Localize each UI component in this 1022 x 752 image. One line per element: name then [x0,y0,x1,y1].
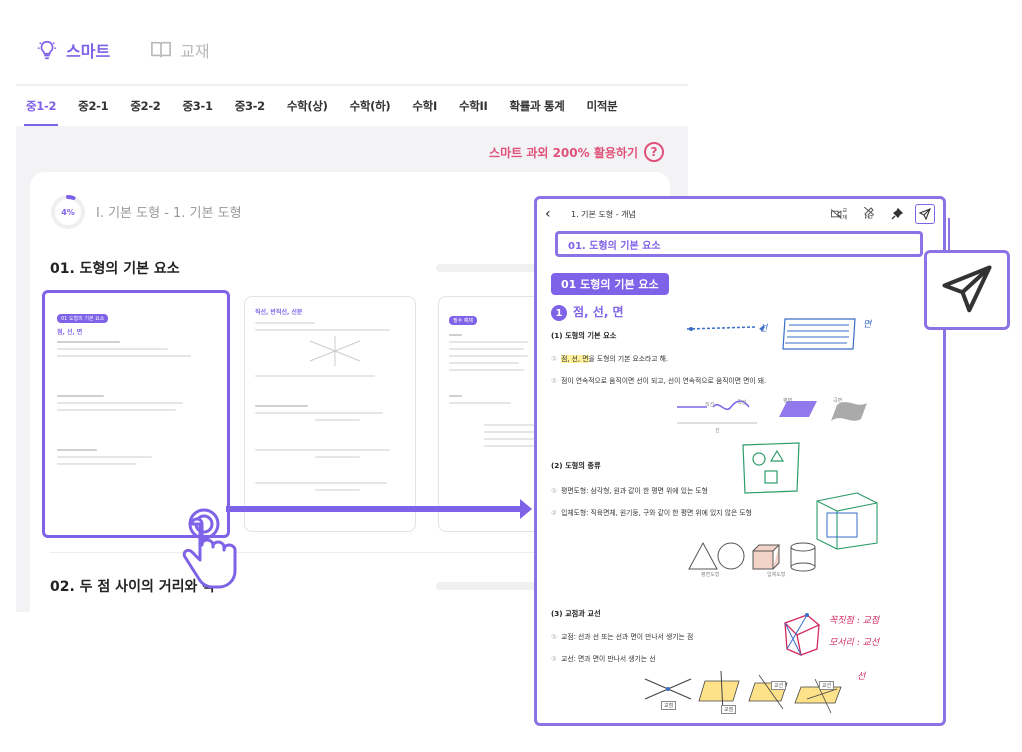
doc-line-number: ① [551,633,558,641]
tab-smart[interactable]: 스마트 [36,38,110,62]
figure-label: 교점 [661,701,677,710]
send-icon [942,265,992,313]
handwriting-note: 면 [863,320,872,330]
lesson-thumbnail-2[interactable]: 직선, 반직선, 선분 [244,296,416,532]
doc-line-4: ② 입체도형: 직육면체, 원기둥, 구와 같이 한 평면 위에 있지 않은 도형 [551,507,752,517]
thumb-pill: 필수 예제 [449,316,477,325]
hand-pointer-icon [182,508,237,589]
grade-tab-5[interactable]: 중3-2 [235,96,265,126]
handwriting-note: 선 [857,672,866,682]
grade-tab-9[interactable]: 수학II [459,96,488,126]
grade-tab-10[interactable]: 확률과 통계 [509,96,564,126]
progress-label: 4% [61,207,75,217]
doc-heading-2: (2) 도형의 종류 [551,461,601,470]
tab-smart-label: 스마트 [66,42,111,61]
unit-title: I. 기본 도형 - 1. 기본 도형 [96,206,242,221]
figure-lines-planes [677,400,867,424]
doc-line-2: ② 점이 연속적으로 움직이면 선이 되고, 선이 연속적으로 움직이면 면이 돼… [551,375,766,385]
figure-label: 선 [715,428,720,434]
figure-label: 평면 [783,398,793,404]
grade-tabs: 중1-2 중2-1 중2-2 중3-1 중3-2 수학(상) 수학(하) 수학I… [16,96,688,126]
top-tabs: 스마트 교재 [36,38,210,62]
connector-arrow-head [520,499,532,519]
figure-label: 교점 [721,705,737,714]
pen-off-button[interactable]: PKT [859,204,879,224]
grade-tab-11[interactable]: 미적분 [587,96,618,126]
lesson-viewer-panel: ‹ 1. 기본 도형 - 개념 교재 PKT 01. 도형의 기본 요소 01 … [534,196,946,726]
doc-line-number: ① [551,487,558,495]
section-title-1: 01. 도형의 기본 요소 [50,261,180,277]
grade-tab-8[interactable]: 수학I [412,96,437,126]
connector-arrow [226,506,526,512]
thumb-figure [309,336,361,366]
grade-tab-3[interactable]: 중2-2 [130,96,160,126]
grade-tab-1[interactable]: 중1-2 [23,96,59,126]
panel-title-box: 01. 도형의 기본 요소 [555,231,923,257]
doc-line-text: 교점: 선과 선 또는 선과 면이 만나서 생기는 점 [561,633,694,641]
doc-highlight: 점, 선, 면 [561,355,589,363]
handwriting-note: 선 [759,324,768,334]
figure-label: 평면도형 [701,572,720,578]
doc-line-6: ② 교선: 면과 면이 만나서 생기는 선 [551,653,655,663]
grade-tab-7[interactable]: 수학(하) [350,96,391,126]
video-off-icon [831,209,842,219]
doc-subtitle: 점, 선, 면 [573,305,624,319]
doc-line-text: 을 도형의 기본 요소라고 해. [588,355,669,363]
panel-title: 01. 도형의 기본 요소 [568,240,661,252]
help-link-label: 스마트 과외 200% 활용하기 [489,145,638,160]
handwriting-note: 꼭짓점 : 교점 [829,616,880,626]
doc-line-3: ① 평면도형: 삼각형, 원과 같이 한 평면 위에 있는 도형 [551,485,708,495]
doc-line-number: ② [551,509,558,517]
video-off-button[interactable]: 교재 [831,204,851,224]
lightbulb-icon [37,40,57,60]
doc-line-text: 평면도형: 삼각형, 원과 같이 한 평면 위에 있는 도형 [561,487,708,495]
pen-off-icon [864,207,874,215]
figure-label: 곡선 [737,400,747,406]
book-icon [151,41,172,58]
handwriting-cube [783,613,821,657]
figure-label: 직선 [705,402,715,408]
doc-line-text: 교선: 면과 면이 만나서 생기는 선 [561,655,656,663]
help-link[interactable]: 스마트 과외 200% 활용하기 ? [489,142,664,162]
doc-line-number: ② [551,655,558,663]
breadcrumb: 1. 기본 도형 - 개념 [571,209,636,219]
figure-solids [688,541,816,572]
doc-line-1: ① 점, 선, 면을 도형의 기본 요소라고 해. [551,353,668,363]
thumb-subtitle: 점, 선, 면 [57,329,83,336]
figure-label: 입체도형 [767,572,786,578]
grade-tab-4[interactable]: 중3-1 [183,96,213,126]
send-callout-link [920,218,950,252]
pin-button[interactable] [887,204,907,224]
grade-tab-2[interactable]: 중2-1 [78,96,108,126]
tool-label: PKT [864,215,874,221]
thumb-subtitle: 직선, 반직선, 선분 [255,309,303,316]
header-divider [16,84,688,86]
tab-textbook-label: 교재 [180,42,210,61]
chevron-left-icon[interactable]: ‹ [545,206,561,222]
thumb-pill: 01 도형의 기본 요소 [57,314,109,323]
grade-tab-6[interactable]: 수학(상) [287,96,328,126]
tab-textbook[interactable]: 교재 [150,38,210,62]
doc-chapter-pill: 01 도형의 기본 요소 [551,273,669,295]
pin-icon [891,208,903,220]
figure-label: 교선 [819,681,835,690]
doc-line-text: 입체도형: 직육면체, 원기둥, 구와 같이 한 평면 위에 있지 않은 도형 [561,509,752,517]
doc-heading-3: (3) 교점과 교선 [551,609,601,618]
question-circle-icon: ? [644,142,664,162]
figure-intersections [644,670,842,714]
doc-line-text: 점이 연속적으로 움직이면 선이 되고, 선이 연속적으로 움직이면 면이 돼. [561,377,767,385]
handwriting-note: 모서리 : 교선 [829,638,880,648]
doc-line-5: ① 교점: 선과 선 또는 선과 면이 만나서 생기는 점 [551,631,693,641]
figure-label: 곡면 [833,398,843,404]
section-number-badge: 1 [551,305,567,321]
tool-label: 교재 [842,208,847,221]
lesson-thumbnail-3[interactable]: 필수 예제 [438,296,548,532]
send-callout [924,250,1010,330]
doc-line-number: ② [551,377,558,385]
handwriting-sketch-2 [742,442,878,550]
doc-line-number: ① [551,355,558,363]
handwriting-sketch-1 [686,318,856,350]
doc-heading-1: (1) 도형의 기본 요소 [551,331,617,340]
figure-label: 교선 [771,681,787,690]
